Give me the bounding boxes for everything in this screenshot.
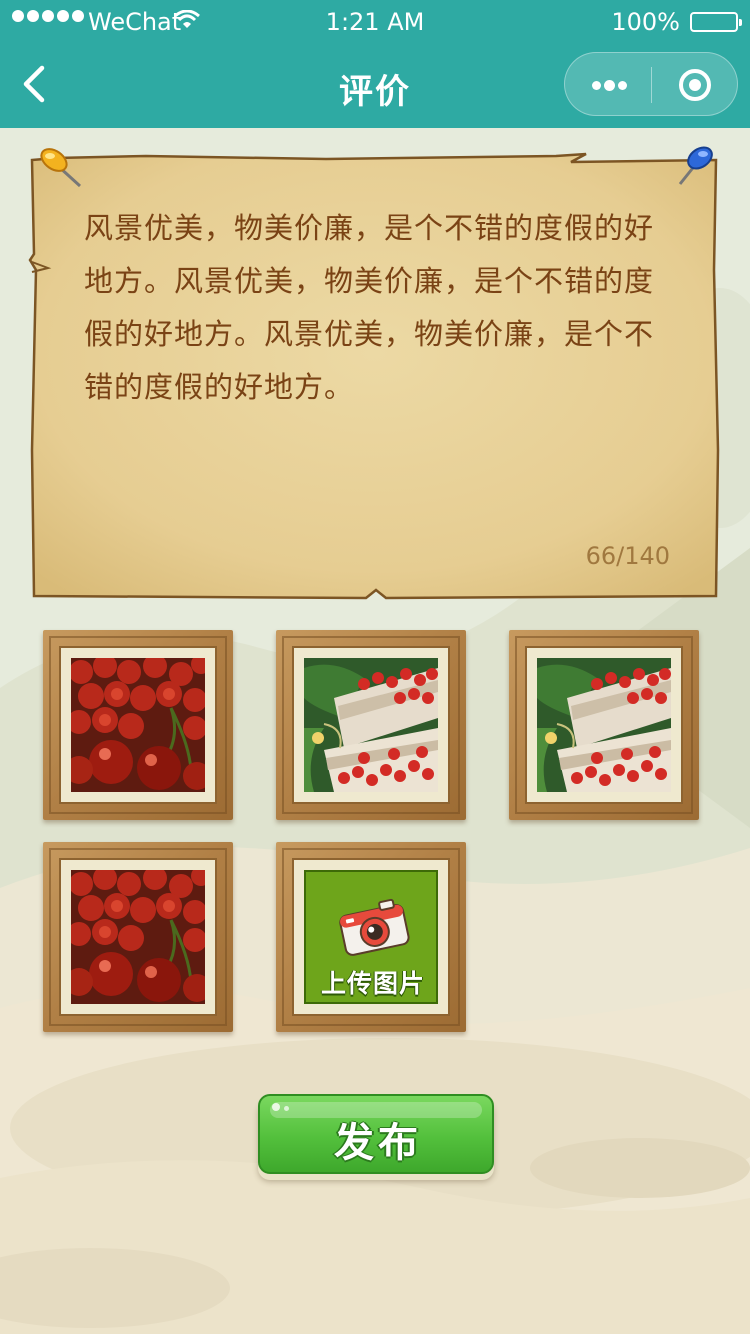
publish-button[interactable]: 发布 [258,1094,494,1174]
top-bar: WeChat 1:21 AM 100% 评价 [0,0,750,128]
review-text-area[interactable]: 风景优美，物美价廉，是个不错的度假的好地方。风景优美，物美价廉，是个不错的度假的… [84,202,674,414]
nav-bar: 评价 [0,44,750,128]
publish-label: 发布 [334,1120,422,1166]
cherries-closeup-image [71,870,205,1004]
yellow-pushpin-icon [40,148,82,188]
photo-thumbnail-4[interactable] [43,842,233,1032]
cherries-in-crate-image [537,658,671,792]
close-button[interactable] [653,53,739,117]
photo-thumbnail-1[interactable] [43,630,233,820]
upload-photo-button[interactable]: 上传图片 [276,842,466,1032]
battery-icon [690,12,742,32]
status-bar: WeChat 1:21 AM 100% [0,0,750,44]
capsule-divider [651,67,652,103]
battery-percent: 100% [611,8,680,36]
blue-pushpin-icon [678,146,713,185]
photo-thumbnail-2[interactable] [276,630,466,820]
more-dots-icon [592,81,601,90]
char-counter: 66/140 [585,542,670,570]
camera-icon [339,898,410,956]
upload-label: 上传图片 [320,969,425,998]
target-circle-icon [679,69,711,101]
mini-program-capsule [564,52,738,116]
cherries-in-crate-image [304,658,438,792]
cherries-closeup-image [71,658,205,792]
review-note: 风景优美，物美价廉，是个不错的度假的好地方。风景优美，物美价廉，是个不错的度假的… [26,146,722,606]
more-button[interactable] [565,53,651,117]
photo-thumbnail-3[interactable] [509,630,699,820]
